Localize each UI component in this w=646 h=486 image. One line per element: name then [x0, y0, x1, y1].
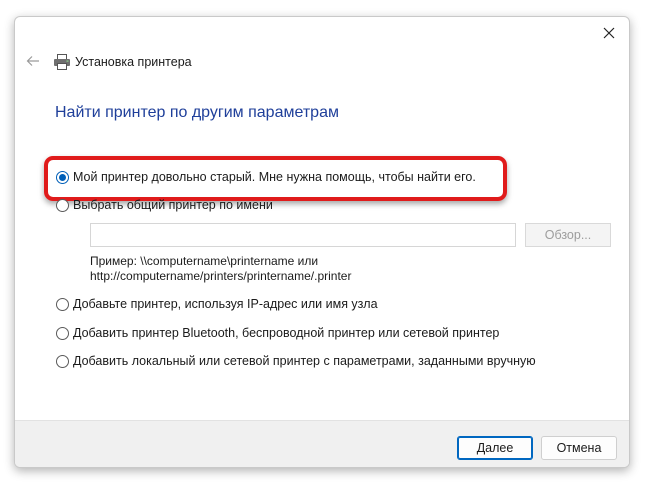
radio-bluetooth-wireless-label: Добавить принтер Bluetooth, беспроводной… — [73, 326, 500, 340]
page-heading: Найти принтер по другим параметрам — [55, 104, 339, 121]
radio-local-manual-label: Добавить локальный или сетевой принтер с… — [73, 354, 536, 368]
radio-local-manual[interactable]: Добавить локальный или сетевой принтер с… — [56, 354, 536, 368]
radio-button[interactable] — [56, 297, 69, 311]
radio-shared-by-name-label: Выбрать общий принтер по имени — [73, 198, 273, 212]
radio-button-checked[interactable] — [56, 170, 69, 184]
close-icon — [603, 27, 615, 39]
browse-button[interactable]: Обзор... — [525, 223, 611, 247]
radio-bluetooth-wireless[interactable]: Добавить принтер Bluetooth, беспроводной… — [56, 326, 499, 340]
printer-icon — [54, 54, 70, 70]
back-arrow-icon — [26, 56, 39, 66]
cancel-button[interactable]: Отмена — [541, 436, 617, 460]
path-example-line-1: Пример: \\computername\printername или — [90, 254, 319, 268]
back-button[interactable] — [25, 53, 41, 69]
printer-path-input[interactable] — [90, 223, 516, 247]
dialog-footer — [15, 420, 629, 467]
radio-button[interactable] — [56, 354, 69, 368]
radio-old-printer[interactable]: Мой принтер довольно старый. Мне нужна п… — [56, 170, 476, 184]
radio-button[interactable] — [56, 326, 69, 340]
path-example-text: Пример: \\computername\printername или h… — [90, 254, 351, 284]
add-printer-dialog: Установка принтера Найти принтер по друг… — [14, 16, 630, 468]
radio-ip-address-label: Добавьте принтер, используя IP-адрес или… — [73, 297, 378, 311]
close-button[interactable] — [597, 21, 621, 45]
radio-ip-address[interactable]: Добавьте принтер, используя IP-адрес или… — [56, 297, 378, 311]
radio-shared-by-name[interactable]: Выбрать общий принтер по имени — [56, 198, 273, 212]
path-example-line-2: http://computername/printers/printername… — [90, 269, 352, 283]
window-title: Установка принтера — [75, 55, 192, 69]
next-button[interactable]: Далее — [457, 436, 533, 460]
radio-old-printer-label: Мой принтер довольно старый. Мне нужна п… — [73, 170, 476, 184]
radio-button[interactable] — [56, 198, 69, 212]
